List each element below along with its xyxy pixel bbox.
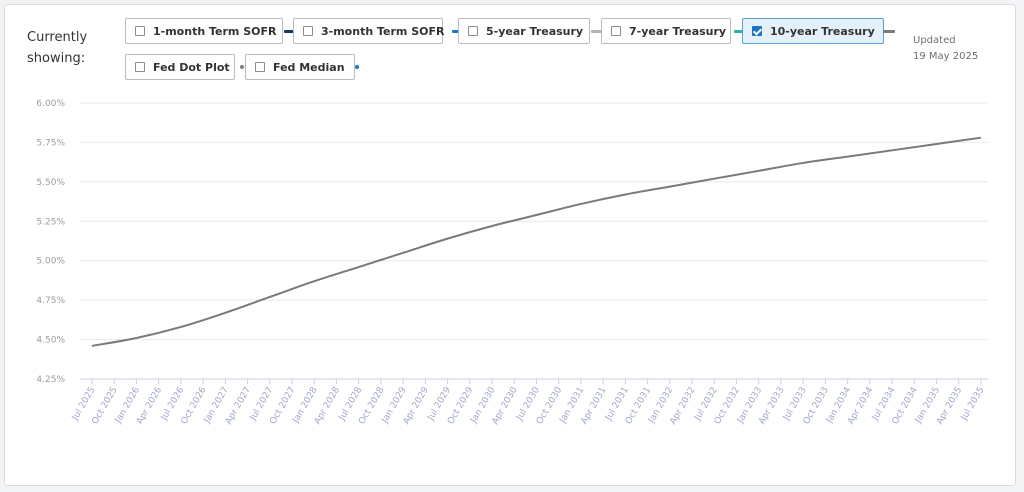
y-tick-label: 4.25% <box>36 375 65 385</box>
y-tick-label: 5.75% <box>36 138 65 148</box>
y-tick-label: 4.75% <box>36 296 65 306</box>
chart-card: Currently showing: 1-month Term SOFR 3-mo… <box>4 4 1016 486</box>
y-tick-label: 5.00% <box>36 257 65 267</box>
rate-forecast-chart: 6.00% 5.75% 5.50% 5.25% 5.00% 4.75% 4.50% 4.25%… <box>36 99 988 426</box>
y-tick-label: 5.50% <box>36 178 65 188</box>
series-line-10-year-treasury <box>91 136 982 347</box>
y-tick-label: 5.25% <box>36 217 65 227</box>
y-tick-label: 4.50% <box>36 336 65 346</box>
y-tick-label: 6.00% <box>36 99 65 109</box>
